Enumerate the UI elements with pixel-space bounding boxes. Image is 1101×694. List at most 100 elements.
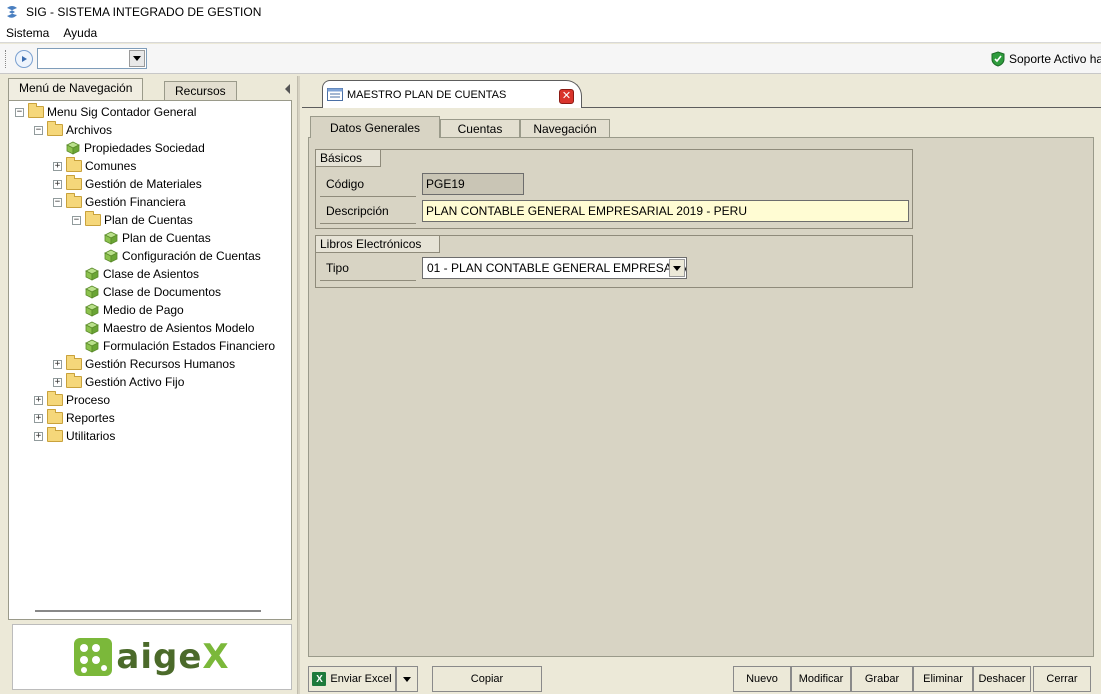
tree-item-label: Comunes <box>85 159 137 173</box>
tree-item[interactable]: + Comunes <box>53 157 136 175</box>
tree-item[interactable]: Clase de Documentos <box>72 283 221 301</box>
libros-group-title: Libros Electrónicos <box>316 236 441 253</box>
cube-icon <box>85 267 99 281</box>
shield-icon <box>991 51 1005 67</box>
tree-item-label: Utilitarios <box>66 429 116 443</box>
tree-item-label: Formulación Estados Financiero <box>103 339 276 353</box>
tab-cuentas[interactable]: Cuentas <box>440 119 520 138</box>
cube-icon <box>85 285 99 299</box>
tree-item-label: Menu Sig Contador General <box>47 105 197 119</box>
tree-item[interactable]: + Gestión Activo Fijo <box>53 373 184 391</box>
aigex-logo-icon <box>74 638 113 676</box>
menu-bar: Sistema Ayuda <box>0 23 1101 43</box>
tree-item-label: Gestión Recursos Humanos <box>85 357 236 371</box>
tree-item[interactable]: − Gestión Financiera <box>53 193 186 211</box>
menu-sistema[interactable]: Sistema <box>6 26 49 40</box>
codigo-field[interactable]: PGE19 <box>422 173 524 195</box>
document-tab[interactable]: MAESTRO PLAN DE CUENTAS ✕ <box>322 80 582 108</box>
collapse-node-icon[interactable]: − <box>72 215 81 225</box>
collapse-node-icon[interactable]: − <box>34 125 43 135</box>
tree-item[interactable]: Propiedades Sociedad <box>53 139 205 157</box>
logo-text: aigeX <box>116 637 230 677</box>
navigation-pane: Menú de Navegación Recursos − Menu Sig Co… <box>4 78 296 690</box>
modificar-button[interactable]: Modificar <box>791 666 851 692</box>
support-status[interactable]: Soporte Activo ha <box>991 51 1101 67</box>
tree-item-label: Clase de Asientos <box>103 267 200 281</box>
expand-node-icon[interactable]: + <box>53 359 62 369</box>
excel-icon: X <box>312 672 327 686</box>
collapse-pane-icon[interactable] <box>285 84 290 94</box>
tree-item[interactable]: + Gestión de Materiales <box>53 175 202 193</box>
cube-icon <box>104 249 118 263</box>
tree-item[interactable]: Medio de Pago <box>72 301 184 319</box>
title-bar: SIG - SISTEMA INTEGRADO DE GESTION <box>0 0 1101 23</box>
enviar-excel-button[interactable]: X Enviar Excel <box>308 666 396 692</box>
tipo-select[interactable]: 01 - PLAN CONTABLE GENERAL EMPRESARIAL <box>422 257 687 279</box>
collapse-node-icon[interactable]: − <box>53 197 62 207</box>
expand-node-icon[interactable]: + <box>53 161 62 171</box>
tree-item[interactable]: + Reportes <box>34 409 115 427</box>
eliminar-button[interactable]: Eliminar <box>913 666 973 692</box>
toolbar-grip[interactable] <box>5 50 7 68</box>
navigate-button[interactable] <box>15 50 33 68</box>
tree-item[interactable]: Plan de Cuentas <box>91 229 211 247</box>
tree-item[interactable]: + Gestión Recursos Humanos <box>53 355 235 373</box>
app-logo-icon <box>7 5 17 18</box>
form-tabs: Datos Generales Cuentas Navegación <box>310 116 1100 138</box>
toolbar-combo[interactable] <box>37 48 147 69</box>
company-logo: aigeX <box>12 624 292 690</box>
libros-electronicos-group: Libros Electrónicos Tipo 01 - PLAN CONTA… <box>315 235 913 288</box>
navigation-tabs: Menú de Navegación Recursos <box>8 78 296 100</box>
enviar-excel-dropdown[interactable] <box>396 666 418 692</box>
copiar-button[interactable]: Copiar <box>432 666 542 692</box>
expand-node-icon[interactable]: + <box>34 413 43 423</box>
folder-icon <box>66 355 82 370</box>
collapse-node-icon[interactable]: − <box>15 107 24 117</box>
chevron-down-icon[interactable] <box>669 259 685 277</box>
tree-item[interactable]: Formulación Estados Financiero <box>72 337 275 355</box>
tree-item[interactable]: Configuración de Cuentas <box>91 247 261 265</box>
tab-datos-generales[interactable]: Datos Generales <box>310 116 440 138</box>
expand-node-icon[interactable]: + <box>53 377 62 387</box>
cerrar-button[interactable]: Cerrar <box>1033 666 1091 692</box>
play-icon <box>22 56 27 62</box>
tree-item-label: Medio de Pago <box>103 303 184 317</box>
cube-icon <box>85 339 99 353</box>
folder-icon <box>47 391 63 406</box>
tab-navegacion[interactable]: Navegación <box>520 119 610 138</box>
menu-ayuda[interactable]: Ayuda <box>63 26 97 40</box>
tree-item[interactable]: − Archivos <box>34 121 112 139</box>
deshacer-button[interactable]: Deshacer <box>973 666 1031 692</box>
codigo-label: Código <box>326 177 365 191</box>
tree-item[interactable]: + Proceso <box>34 391 110 409</box>
descripcion-field[interactable]: PLAN CONTABLE GENERAL EMPRESARIAL 2019 -… <box>422 200 909 222</box>
close-icon[interactable]: ✕ <box>559 89 574 104</box>
tree-item[interactable]: − Menu Sig Contador General <box>15 103 196 121</box>
tree-item-label: Archivos <box>66 123 113 137</box>
tree-item-label: Gestión de Materiales <box>85 177 202 191</box>
support-text: Soporte Activo ha <box>1009 52 1101 66</box>
folder-icon <box>85 211 101 226</box>
tree-item-label: Gestión Activo Fijo <box>85 375 185 389</box>
grabar-button[interactable]: Grabar <box>851 666 913 692</box>
tree-item[interactable]: − Plan de Cuentas <box>72 211 193 229</box>
document-pane: MAESTRO PLAN DE CUENTAS ✕ Datos Generale… <box>302 76 1101 694</box>
tree-item-label: Reportes <box>66 411 115 425</box>
expand-node-icon[interactable]: + <box>34 431 43 441</box>
tree-item-label: Maestro de Asientos Modelo <box>103 321 255 335</box>
toolbar: Soporte Activo ha <box>0 44 1101 74</box>
chevron-down-icon[interactable] <box>129 50 145 67</box>
tab-menu-navegacion[interactable]: Menú de Navegación <box>8 78 144 100</box>
folder-icon <box>47 427 63 442</box>
tree-item-label: Clase de Documentos <box>103 285 222 299</box>
document-tab-title: MAESTRO PLAN DE CUENTAS <box>347 88 507 101</box>
tree-horizontal-scrollbar[interactable] <box>35 610 261 612</box>
tree-item[interactable]: Clase de Asientos <box>72 265 199 283</box>
tree-item[interactable]: Maestro de Asientos Modelo <box>72 319 254 337</box>
expand-node-icon[interactable]: + <box>34 395 43 405</box>
nuevo-button[interactable]: Nuevo <box>733 666 791 692</box>
expand-node-icon[interactable]: + <box>53 179 62 189</box>
tree-item[interactable]: + Utilitarios <box>34 427 115 445</box>
pane-splitter[interactable] <box>297 76 300 694</box>
tab-recursos[interactable]: Recursos <box>164 81 237 100</box>
